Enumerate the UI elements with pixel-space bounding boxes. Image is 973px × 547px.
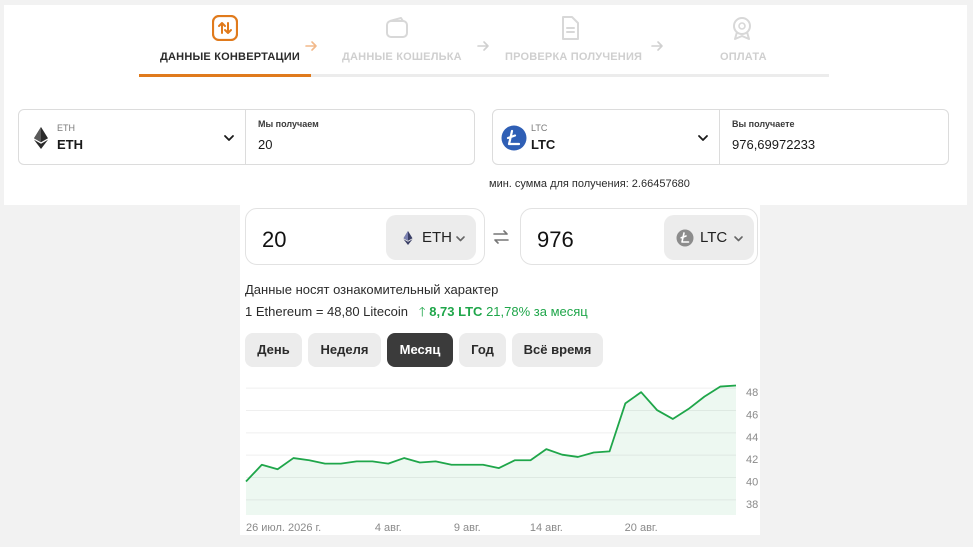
- x-tick-label: 9 авг.: [454, 522, 481, 534]
- badge-icon: [733, 17, 751, 40]
- receive-currency-code-small: LTC: [531, 123, 548, 133]
- rate-widget: 20 ETH 976 LTC Данные носят ознакомитель…: [240, 205, 760, 535]
- y-tick-label: 48: [746, 387, 758, 399]
- y-tick-label: 38: [746, 499, 758, 511]
- stepper: ДАННЫЕ КОНВЕРТАЦИИ ДАННЫЕ КОШЕЛЬКА ПРОВЕ…: [4, 5, 967, 85]
- disclaimer-text: Данные носят ознакомительный характер: [245, 282, 499, 297]
- x-tick-label: 20 авг.: [625, 522, 658, 534]
- rate-change-period: за месяц: [533, 304, 588, 319]
- rate-change-pct: 21,78%: [486, 304, 531, 319]
- wallet-icon: [386, 17, 408, 38]
- from-currency-select[interactable]: ETH: [386, 215, 476, 260]
- min-sum-text: мин. сумма для получения: 2.66457680: [489, 178, 690, 190]
- from-currency-code: ETH: [422, 229, 452, 246]
- send-card: ETH ETH Мы получаем 20: [18, 109, 475, 165]
- period-button-year[interactable]: Год: [459, 333, 506, 367]
- rate-line: 1 Ethereum = 48,80 Litecoin 🡑 8,73 LTC 2…: [245, 303, 588, 325]
- x-tick-label: 14 авг.: [530, 522, 563, 534]
- arrow-up-icon: 🡑: [411, 304, 426, 319]
- arrow-right-icon: [305, 41, 317, 51]
- swap-icon[interactable]: [492, 228, 510, 246]
- period-button-day[interactable]: День: [245, 333, 302, 367]
- receive-currency-select[interactable]: LTC LTC: [493, 110, 720, 164]
- y-tick-label: 40: [746, 477, 758, 489]
- rate-chart: 38 40 42 44 46 48 26 июл. 2026 г. 4 авг. 9 авг. 1…: [245, 384, 758, 534]
- ethereum-icon: [34, 127, 48, 149]
- x-tick-label: 4 авг.: [375, 522, 402, 534]
- send-currency-select[interactable]: ETH ETH: [19, 110, 246, 164]
- chevron-down-icon: [734, 236, 743, 242]
- send-amount-label: Мы получаем: [258, 119, 319, 129]
- receive-amount-field[interactable]: Вы получаете 976,69972233: [720, 110, 948, 164]
- from-amount-input[interactable]: 20: [262, 227, 286, 253]
- to-amount-box: 976 LTC: [520, 208, 758, 265]
- receive-card: LTC LTC Вы получаете 976,69972233: [492, 109, 949, 165]
- series-area: [246, 385, 736, 515]
- receive-currency-code: LTC: [531, 137, 556, 152]
- period-button-week[interactable]: Неделя: [308, 333, 381, 367]
- send-currency-code-small: ETH: [57, 123, 75, 133]
- arrow-right-icon: [477, 41, 489, 51]
- to-currency-select[interactable]: LTC: [664, 215, 754, 260]
- to-amount-input[interactable]: 976: [537, 227, 574, 253]
- arrow-right-icon: [651, 41, 663, 51]
- period-button-all-time[interactable]: Всё время: [512, 333, 603, 367]
- y-tick-label: 44: [746, 432, 758, 444]
- step-label: ДАННЫЕ КОШЕЛЬКА: [342, 51, 462, 63]
- send-amount-value: 20: [258, 137, 273, 152]
- litecoin-icon: [676, 229, 694, 247]
- to-currency-code: LTC: [700, 229, 728, 246]
- step-label: ПРОВЕРКА ПОЛУЧЕНИЯ: [505, 51, 643, 63]
- y-tick-label: 42: [746, 454, 758, 466]
- ethereum-icon: [403, 231, 413, 245]
- document-icon: [562, 16, 579, 40]
- receive-amount-label: Вы получаете: [732, 119, 795, 129]
- y-tick-label: 46: [746, 410, 758, 422]
- from-amount-box: 20 ETH: [245, 208, 485, 265]
- send-currency-code: ETH: [57, 137, 83, 152]
- step-label: ДАННЫЕ КОНВЕРТАЦИИ: [160, 51, 300, 63]
- period-button-month[interactable]: Месяц: [387, 333, 453, 367]
- step-label: ОПЛАТА: [720, 51, 767, 63]
- chevron-down-icon: [698, 135, 708, 141]
- receive-amount-value: 976,69972233: [732, 137, 816, 152]
- litecoin-icon: [501, 125, 527, 151]
- chevron-down-icon: [456, 236, 465, 242]
- x-tick-label: 26 июл. 2026 г.: [246, 522, 321, 534]
- swap-vertical-icon: [212, 15, 238, 41]
- chevron-down-icon: [224, 135, 234, 141]
- rate-text: 1 Ethereum = 48,80 Litecoin: [245, 304, 408, 319]
- progress-fill: [139, 74, 311, 77]
- conversion-panel: ДАННЫЕ КОНВЕРТАЦИИ ДАННЫЕ КОШЕЛЬКА ПРОВЕ…: [4, 5, 967, 205]
- send-amount-field[interactable]: Мы получаем 20: [246, 110, 474, 164]
- rate-change-abs: 8,73 LTC: [429, 304, 483, 319]
